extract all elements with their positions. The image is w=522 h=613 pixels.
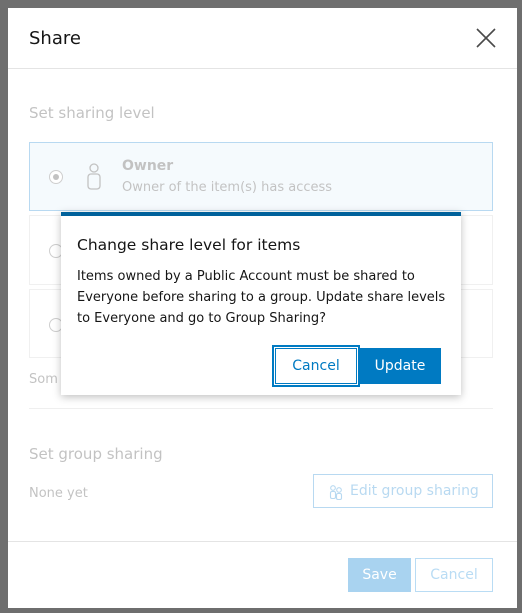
group-sharing-value: None yet xyxy=(29,486,88,501)
dialog-title: Share xyxy=(29,28,81,49)
modal-update-button[interactable]: Update xyxy=(359,348,441,384)
save-button[interactable]: Save xyxy=(348,558,411,592)
section-divider xyxy=(29,408,493,409)
dialog-footer: Save Cancel xyxy=(8,541,517,608)
sharing-level-note: Som xyxy=(29,372,58,387)
sharing-option-owner[interactable]: Owner Owner of the item(s) has access xyxy=(29,142,493,211)
edit-group-sharing-button[interactable]: Edit group sharing xyxy=(313,474,493,508)
group-icon xyxy=(328,484,344,501)
modal-title: Change share level for items xyxy=(77,236,301,254)
owner-option-name: Owner xyxy=(122,158,174,174)
group-sharing-label: Set group sharing xyxy=(29,445,163,463)
user-icon xyxy=(85,163,103,191)
close-icon[interactable] xyxy=(474,26,498,50)
cancel-button[interactable]: Cancel xyxy=(415,558,493,592)
sharing-level-label: Set sharing level xyxy=(29,104,155,122)
background-page xyxy=(0,0,522,8)
owner-radio[interactable] xyxy=(49,170,63,184)
modal-message: Items owned by a Public Account must be … xyxy=(77,269,446,326)
owner-option-description: Owner of the item(s) has access xyxy=(122,180,333,195)
dialog-header: Share xyxy=(8,8,517,69)
change-share-level-modal: Change share level for items Items owned… xyxy=(61,212,461,395)
edit-group-sharing-label: Edit group sharing xyxy=(350,483,479,499)
modal-cancel-button[interactable]: Cancel xyxy=(272,345,360,387)
